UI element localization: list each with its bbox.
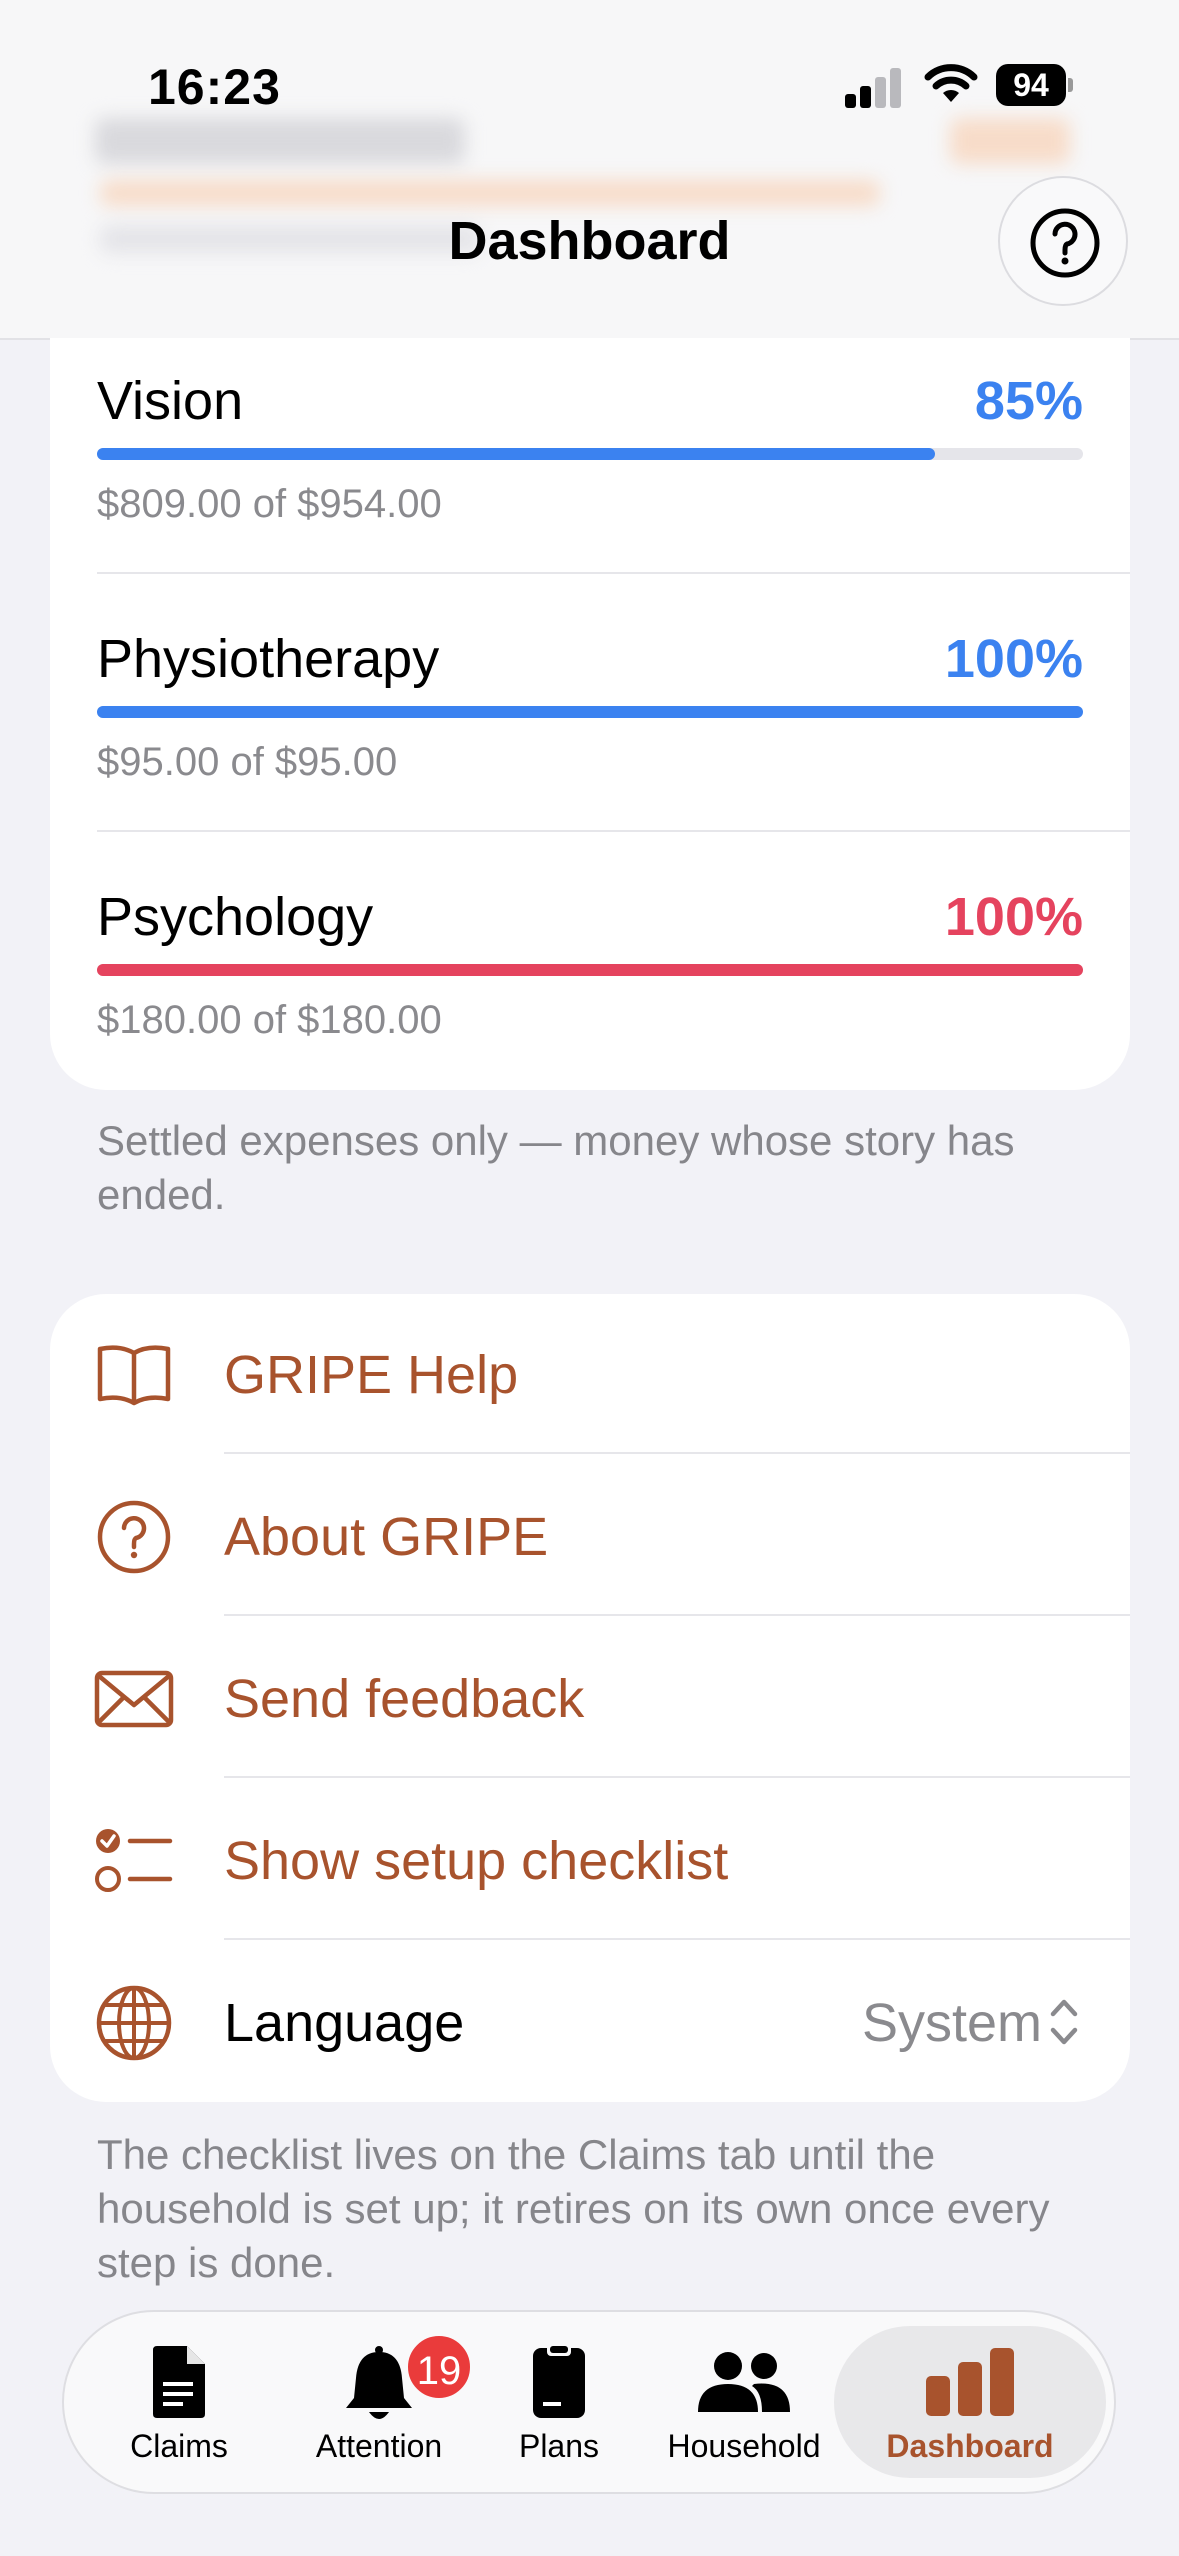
progress-fill	[97, 706, 1083, 718]
question-circle-icon	[1030, 208, 1100, 278]
category-amount: $95.00 of $95.00	[97, 740, 398, 784]
clipboard-icon	[533, 2344, 585, 2418]
question-circle-icon	[97, 1500, 171, 1574]
progress-bar	[97, 448, 1083, 460]
globe-icon	[96, 1985, 172, 2061]
tab-household[interactable]: Household	[664, 2312, 824, 2492]
notification-badge: 19	[404, 2332, 474, 2402]
blurred-content	[950, 118, 1070, 164]
battery-level: 94	[996, 64, 1066, 106]
tab-plans[interactable]: Plans	[499, 2312, 619, 2492]
menu-item-label: GRIPE Help	[224, 1345, 519, 1405]
budget-usage-card: Vision 85% $809.00 of $954.00 Physiother…	[50, 338, 1130, 1090]
category-name: Psychology	[97, 887, 374, 947]
divider	[224, 1938, 1130, 1940]
cellular-signal-icon	[845, 66, 903, 108]
progress-fill	[97, 964, 1083, 976]
help-button[interactable]	[998, 176, 1128, 306]
progress-bar	[97, 964, 1083, 976]
chevron-up-down-icon	[1050, 1999, 1078, 2045]
tab-claims[interactable]: Claims	[104, 2312, 254, 2492]
category-amount: $809.00 of $954.00	[97, 482, 442, 526]
people-icon	[698, 2352, 790, 2412]
menu-item-send-feedback[interactable]: Send feedback	[50, 1618, 1130, 1780]
tab-label: Attention	[315, 2428, 443, 2464]
tab-label: Plans	[518, 2428, 600, 2464]
divider	[224, 1776, 1130, 1778]
envelope-icon	[94, 1670, 174, 1728]
budget-category-psychology: Psychology 100% $180.00 of $180.00	[97, 886, 1083, 1042]
document-icon	[153, 2346, 205, 2418]
status-time: 16:23	[148, 59, 281, 115]
menu-item-label: Show setup checklist	[224, 1831, 729, 1891]
progress-bar	[97, 706, 1083, 718]
menu-item-label: Language	[224, 1993, 465, 2053]
menu-item-about-gripe[interactable]: About GRIPE	[50, 1456, 1130, 1618]
menu-item-show-setup-checklist[interactable]: Show setup checklist	[50, 1780, 1130, 1942]
menu-footnote: The checklist lives on the Claims tab un…	[97, 2131, 1050, 2286]
blurred-content	[95, 118, 465, 164]
battery-icon: 94	[996, 64, 1073, 106]
blurred-content	[100, 180, 880, 206]
checklist-icon	[95, 1829, 173, 1892]
divider	[224, 1614, 1130, 1616]
settings-menu-card: GRIPE Help About GRIPE Send feedback Sho…	[50, 1294, 1130, 2102]
category-name: Physiotherapy	[97, 629, 440, 689]
divider	[224, 1452, 1130, 1454]
category-amount: $180.00 of $180.00	[97, 998, 442, 1042]
tab-label: Claims	[130, 2428, 228, 2464]
budget-footnote: Settled expenses only — money whose stor…	[97, 1117, 1015, 1218]
language-value: System	[861, 1993, 1042, 2053]
tab-label: Dashboard	[886, 2428, 1054, 2464]
menu-item-gripe-help[interactable]: GRIPE Help	[50, 1294, 1130, 1456]
bar-chart-icon	[926, 2348, 1014, 2416]
navigation-header: 16:23 94 Dashboard	[0, 0, 1179, 340]
progress-fill	[97, 448, 936, 460]
book-icon	[97, 1345, 171, 1406]
divider	[97, 830, 1130, 832]
category-name: Vision	[97, 371, 244, 431]
budget-category-physiotherapy: Physiotherapy 100% $95.00 of $95.00	[97, 628, 1083, 784]
category-percent: 100%	[944, 887, 1083, 947]
menu-item-label: Send feedback	[224, 1669, 585, 1729]
tab-bar: Claims Attention 19 Plans Household Dash…	[62, 2310, 1116, 2494]
category-percent: 85%	[974, 371, 1083, 431]
menu-item-label: About GRIPE	[224, 1507, 549, 1567]
budget-category-vision: Vision 85% $809.00 of $954.00	[97, 370, 1083, 526]
menu-item-language[interactable]: Language System	[50, 1942, 1130, 2104]
wifi-icon	[924, 64, 978, 102]
tab-label: Household	[667, 2428, 821, 2464]
category-percent: 100%	[944, 629, 1083, 689]
divider	[97, 572, 1130, 574]
tab-dashboard[interactable]: Dashboard	[834, 2312, 1106, 2492]
